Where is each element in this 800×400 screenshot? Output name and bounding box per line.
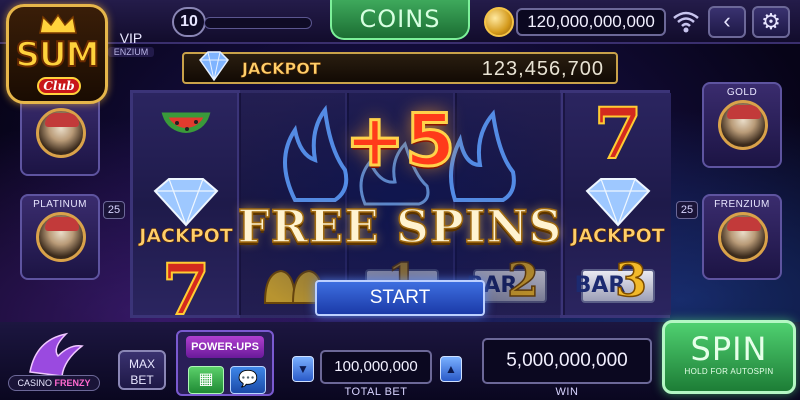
watermelon-icon: [161, 112, 211, 133]
wifi-icon: [673, 11, 699, 33]
max-bet-button[interactable]: MAX BET: [118, 350, 166, 390]
spin-label: SPIN: [690, 330, 768, 368]
tier-portrait: [36, 108, 86, 158]
total-bet-label: TOTAL BET: [344, 386, 408, 398]
power-ups-label[interactable]: POWER-UPS: [186, 336, 264, 358]
coin-icon: [484, 7, 514, 37]
diamond-icon: [199, 51, 229, 82]
seven-symbol: 7: [593, 92, 644, 175]
max-bet-line-2: BET: [130, 373, 154, 387]
spin-button[interactable]: SPIN HOLD FOR AUTOSPIN: [662, 320, 796, 394]
crown-icon: [39, 13, 77, 34]
gear-icon: ⚙: [761, 9, 781, 34]
tier-label: FRENZIUM: [714, 199, 770, 210]
arrow-down-icon: ▼: [297, 362, 309, 376]
back-button[interactable]: ‹: [708, 6, 746, 38]
jackpot-value: 123,456,700: [481, 58, 604, 80]
coins-tab[interactable]: COINS: [330, 0, 470, 40]
total-bet-value: 100,000,000: [320, 350, 432, 384]
casino-name-1: CASINO: [17, 378, 52, 388]
power-ups-panel: POWER-UPS ▦ 💬: [176, 330, 274, 396]
level-badge: 10: [172, 7, 206, 37]
level-progress-bar: [204, 17, 312, 29]
jackpot-label: JACKPOT: [242, 59, 321, 79]
tier-count-right: 25: [676, 201, 698, 219]
win-label: WIN: [555, 386, 579, 398]
seven-symbol: 7: [161, 248, 212, 331]
chevron-left-icon: ‹: [723, 8, 731, 33]
grid-icon: ▦: [198, 371, 214, 388]
tier-count-left: 25: [103, 201, 125, 219]
coin-balance: 120,000,000,000: [516, 8, 666, 36]
tier-portrait: [36, 212, 86, 262]
spin-sublabel: HOLD FOR AUTOSPIN: [684, 367, 774, 376]
casino-name-2: FRENZY: [54, 378, 91, 388]
bonus-amount: +5: [343, 98, 456, 182]
tier-portrait: [718, 212, 768, 262]
vip-tier-label: ENZIUM: [108, 47, 154, 57]
decrease-bet-button[interactable]: ▼: [292, 356, 314, 382]
tier-label: GOLD: [726, 87, 758, 98]
brand-logo: SUM Club: [6, 4, 108, 104]
increase-bet-button[interactable]: ▲: [440, 356, 462, 382]
tier-card-gold[interactable]: GOLD: [702, 82, 782, 168]
arrow-up-icon: ▲: [445, 362, 457, 376]
chat-button[interactable]: 💬: [230, 366, 266, 394]
logo-subtext: Club: [37, 77, 81, 95]
tier-label: PLATINUM: [33, 199, 87, 210]
max-bet-line-1: MAX: [128, 357, 155, 371]
casino-name: CASINO FRENZY: [8, 375, 100, 391]
chat-bubble-icon: 💬: [238, 371, 258, 388]
grid-button[interactable]: ▦: [188, 366, 224, 394]
start-button[interactable]: START: [315, 280, 485, 316]
bonus-title: FREE SPINS: [237, 200, 563, 253]
game-stage: 10 COINS 120,000,000,000 ‹ ⚙ SUM Club VI…: [0, 0, 800, 400]
win-value: 5,000,000,000: [482, 338, 652, 384]
settings-button[interactable]: ⚙: [752, 6, 790, 38]
tier-card-frenzium[interactable]: FRENZIUM: [702, 194, 782, 280]
logo-text: SUM: [15, 34, 101, 76]
tier-portrait: [718, 100, 768, 150]
vip-label: VIP: [119, 30, 143, 46]
tier-card-platinum[interactable]: PLATINUM: [20, 194, 100, 280]
jackpot-bar: JACKPOT 123,456,700: [182, 51, 618, 84]
bar-number: 3: [614, 252, 648, 308]
